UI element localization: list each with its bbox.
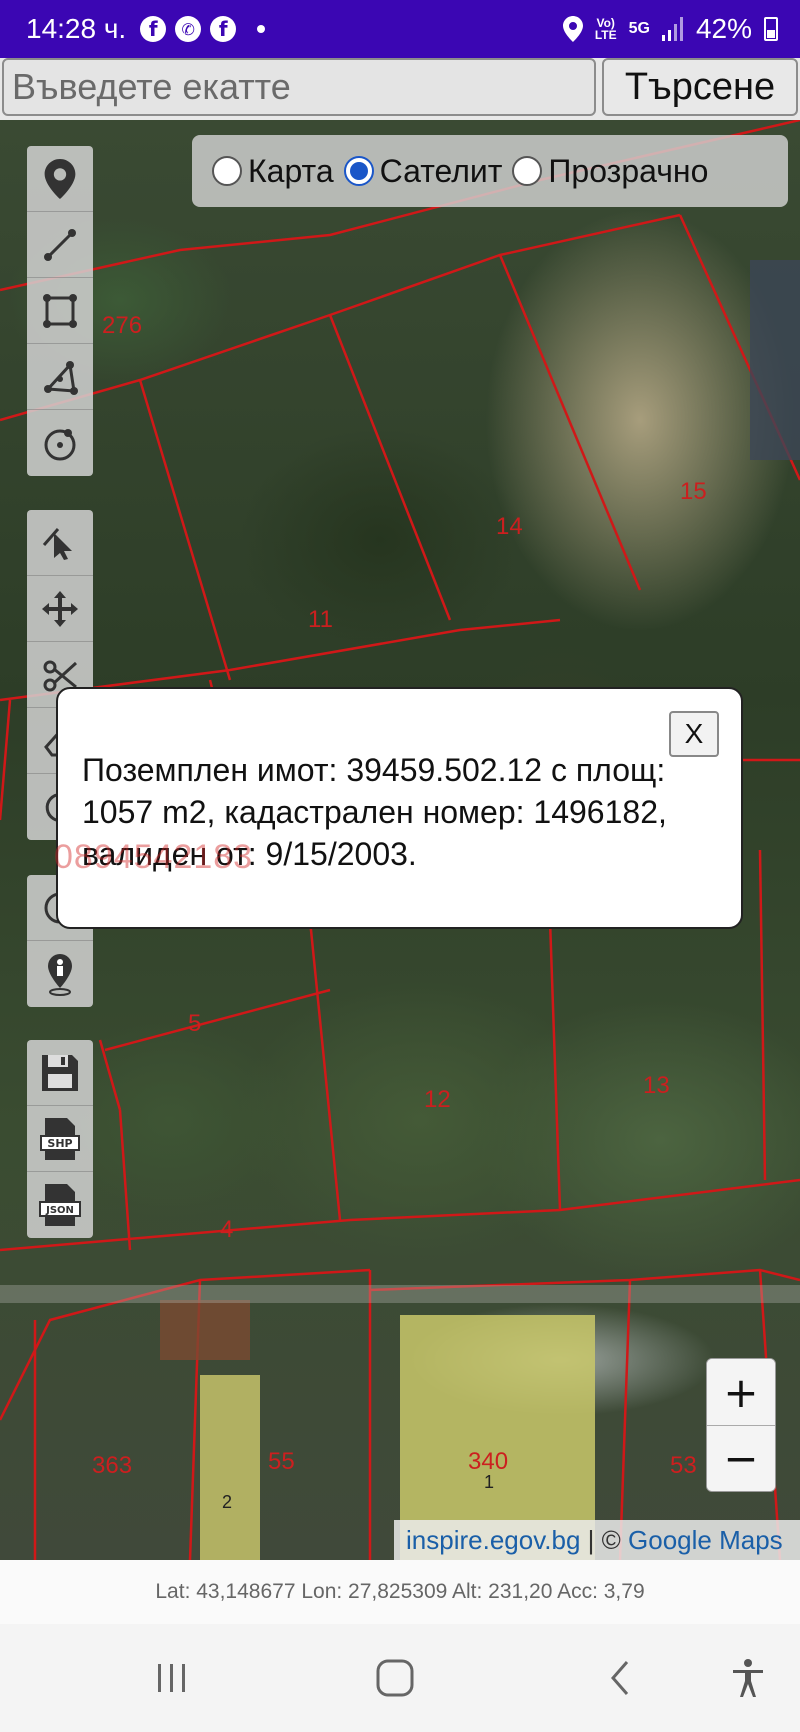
parcel-label: 13 xyxy=(643,1072,670,1099)
person-location-icon xyxy=(48,954,72,996)
google-maps-link[interactable]: Google Maps xyxy=(628,1525,783,1556)
parcel-label: 1 xyxy=(484,1472,495,1492)
notification-dot-icon xyxy=(257,25,266,33)
edit-move-button[interactable] xyxy=(27,576,93,642)
layer-option-label: Карта xyxy=(248,152,334,189)
parcel-label: 4 xyxy=(220,1216,234,1243)
ekatte-search-input[interactable] xyxy=(2,58,596,116)
battery-percent: 42% xyxy=(695,13,752,44)
system-nav-bar xyxy=(0,1624,800,1732)
export-toolbar: SHP JSON xyxy=(27,1040,93,1238)
location-icon xyxy=(562,16,583,42)
draw-rectangle-button[interactable] xyxy=(27,278,93,344)
status-time: 14:28 ч. xyxy=(26,13,127,44)
shp-file-icon: SHP xyxy=(40,1117,80,1160)
parcel-label: 14 xyxy=(496,513,523,540)
draw-line-button[interactable] xyxy=(27,212,93,278)
draw-circle-button[interactable] xyxy=(27,410,93,476)
save-button[interactable] xyxy=(27,1040,93,1106)
accessibility-icon xyxy=(733,1659,763,1697)
search-button[interactable]: Търсене xyxy=(602,58,798,116)
radio-satellite[interactable] xyxy=(343,156,374,186)
back-chevron-icon xyxy=(611,1661,629,1695)
draw-toolbar xyxy=(27,146,93,476)
facebook-icon: f xyxy=(210,16,237,42)
polygon-square-icon xyxy=(43,293,77,328)
parcel-label: 15 xyxy=(680,478,707,505)
recent-apps-icon xyxy=(158,1664,185,1692)
json-file-icon: JSON xyxy=(39,1184,81,1226)
radio-map[interactable] xyxy=(212,156,242,186)
move-arrows-icon xyxy=(42,590,78,627)
radio-transparent[interactable] xyxy=(512,156,543,186)
parcel-info-popup: X Поземплен имот: 39459.502.12 с площ: 1… xyxy=(56,687,743,929)
save-icon xyxy=(42,1054,78,1091)
home-button[interactable] xyxy=(345,1624,445,1732)
parcel-label: 11 xyxy=(308,606,333,633)
my-location-button[interactable] xyxy=(27,941,93,1007)
export-json-button[interactable]: JSON xyxy=(27,1172,93,1238)
location-pin-icon xyxy=(44,158,76,199)
network-5g-indicator: 5G xyxy=(628,20,650,37)
accessibility-button[interactable] xyxy=(698,1624,798,1732)
back-button[interactable] xyxy=(570,1624,670,1732)
gps-readout: Lat: 43,148677 Lon: 27,825309 Alt: 231,2… xyxy=(0,1560,800,1624)
facebook-icon: f xyxy=(140,16,167,42)
parcel-label: 5 xyxy=(188,1010,202,1037)
edit-select-button[interactable] xyxy=(27,510,93,576)
recent-apps-button[interactable] xyxy=(122,1624,222,1732)
svg-text:JSON: JSON xyxy=(45,1205,74,1216)
inspire-link[interactable]: inspire.egov.bg xyxy=(406,1525,580,1556)
home-icon xyxy=(376,1659,414,1697)
status-bar: 14:28 ч. f ✆ f Vo) LTE 5G 42% xyxy=(0,0,800,58)
zoom-control: + − xyxy=(706,1358,776,1492)
draw-marker-button[interactable] xyxy=(27,146,93,212)
polygon-triangle-icon xyxy=(44,360,78,395)
search-bar: Търсене xyxy=(0,58,800,120)
parcel-label: 53 xyxy=(670,1452,697,1479)
battery-icon xyxy=(764,17,778,41)
zoom-out-button[interactable]: − xyxy=(707,1425,775,1491)
zoom-in-button[interactable]: + xyxy=(707,1359,775,1425)
export-shp-button[interactable]: SHP xyxy=(27,1106,93,1172)
parcel-label: 2 xyxy=(222,1492,233,1512)
line-draw-icon xyxy=(44,228,76,261)
parcel-label: 55 xyxy=(268,1448,295,1475)
gps-readout-text: Lat: 43,148677 Lon: 27,825309 Alt: 231,2… xyxy=(155,1580,645,1603)
attribution-separator: | © xyxy=(580,1524,629,1555)
select-cursor-icon xyxy=(42,527,72,560)
svg-text:SHP: SHP xyxy=(47,1137,72,1150)
layer-option-transparent[interactable]: Прозрачно xyxy=(512,153,708,190)
parcel-label: 276 xyxy=(102,312,143,339)
layer-option-label: Прозрачно xyxy=(548,152,709,189)
signal-icon xyxy=(661,17,683,41)
phone-watermark: 0894542183 xyxy=(54,838,254,876)
draw-polygon-button[interactable] xyxy=(27,344,93,410)
volte-indicator: Vo) LTE xyxy=(594,16,617,42)
circle-draw-icon xyxy=(44,429,76,461)
parcel-label: 363 xyxy=(92,1452,133,1479)
layer-option-map[interactable]: Карта xyxy=(212,153,334,190)
layer-option-label: Сателит xyxy=(379,152,503,189)
map-attribution: inspire.egov.bg | © Google Maps xyxy=(394,1520,800,1560)
parcel-label: 12 xyxy=(424,1086,451,1113)
layer-selector: Карта Сателит Прозрачно xyxy=(192,135,788,207)
viber-icon: ✆ xyxy=(175,16,202,42)
layer-option-satellite[interactable]: Сателит xyxy=(343,152,503,190)
